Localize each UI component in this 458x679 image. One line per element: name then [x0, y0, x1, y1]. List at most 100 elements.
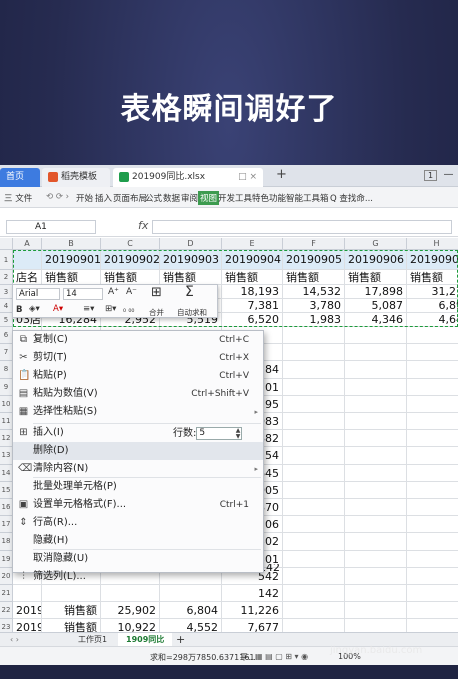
table-cell[interactable]	[283, 378, 345, 396]
table-cell[interactable]	[345, 327, 407, 345]
table-cell[interactable]	[407, 499, 458, 517]
font-grow-icon[interactable]: A⁺	[108, 287, 119, 297]
table-cell[interactable]	[160, 585, 222, 603]
border-icon[interactable]: ⊞▾	[105, 304, 116, 314]
menu-item-7[interactable]: ⌫ 清除内容(N) ▸	[13, 460, 263, 478]
menu-smart-tools[interactable]: 智能工具箱	[286, 192, 329, 204]
row-header[interactable]: 21	[0, 585, 13, 603]
column-header[interactable]: C	[101, 238, 160, 250]
table-cell[interactable]	[283, 413, 345, 431]
table-cell[interactable]: 销售额	[101, 270, 160, 285]
column-header[interactable]: E	[222, 238, 283, 250]
table-cell[interactable]	[345, 464, 407, 482]
tab-templates[interactable]: 稻壳模板	[42, 168, 110, 187]
table-cell[interactable]	[345, 361, 407, 379]
table-cell[interactable]	[345, 413, 407, 431]
table-cell[interactable]: 20190906	[345, 250, 407, 270]
table-cell[interactable]: 20190901	[42, 250, 101, 270]
insert-rows-input[interactable]: 5 ▲ ▼	[196, 426, 243, 440]
menu-item-8[interactable]: 批量处理单元格(P)	[13, 478, 263, 496]
table-cell[interactable]: 20190902	[101, 250, 160, 270]
formula-input[interactable]	[152, 220, 452, 234]
view-mode-icons[interactable]: ▦ ▤ ▢ ⊞ ▾ ◉	[255, 652, 308, 661]
table-cell[interactable]	[345, 344, 407, 362]
menu-features[interactable]: 特色功能	[252, 192, 286, 204]
column-header[interactable]: H	[407, 238, 458, 250]
table-cell[interactable]: 6,804	[160, 602, 222, 620]
column-header[interactable]: A	[13, 238, 42, 250]
font-size-select[interactable]: 14	[63, 288, 103, 300]
minimize-icon[interactable]: —	[442, 170, 455, 181]
table-cell[interactable]: 销售额	[42, 270, 101, 285]
table-cell[interactable]	[283, 516, 345, 534]
menu-data[interactable]: 数据	[163, 192, 180, 204]
table-cell[interactable]: 6,89	[407, 299, 458, 313]
table-cell[interactable]: 25,902	[101, 602, 160, 620]
table-cell[interactable]	[345, 395, 407, 413]
table-cell[interactable]	[345, 602, 407, 620]
menu-item-10[interactable]: ⇕ 行高(R)...	[13, 514, 263, 532]
table-cell[interactable]	[345, 567, 407, 585]
bold-icon[interactable]: B	[16, 305, 22, 315]
menu-developer[interactable]: 开发工具	[218, 192, 252, 204]
table-cell[interactable]	[283, 464, 345, 482]
font-color-icon[interactable]: A▾	[53, 304, 63, 314]
table-cell[interactable]	[13, 250, 42, 270]
menu-item-11[interactable]: 隐藏(H)	[13, 532, 263, 550]
table-cell[interactable]	[407, 447, 458, 465]
table-cell[interactable]	[345, 481, 407, 499]
table-cell[interactable]: 17,898	[345, 285, 407, 299]
table-cell[interactable]: 20190903	[160, 250, 222, 270]
table-cell[interactable]: 4,346	[345, 313, 407, 327]
table-cell[interactable]: 销售额	[345, 270, 407, 285]
table-cell[interactable]	[345, 533, 407, 551]
table-cell[interactable]	[345, 585, 407, 603]
table-cell[interactable]	[407, 568, 458, 585]
menu-item-5[interactable]: ⊞ 插入(I) 行数: 5 ▲ ▼	[13, 424, 263, 442]
table-cell[interactable]: 1,983	[283, 313, 345, 327]
number-format-icons[interactable]: ₀ ₀₀	[123, 305, 134, 314]
menu-item-2[interactable]: 📋 粘贴(P) Ctrl+V	[13, 367, 263, 385]
fill-color-icon[interactable]: ◈▾	[29, 304, 40, 314]
table-cell[interactable]	[407, 585, 458, 603]
table-cell[interactable]	[345, 378, 407, 396]
new-tab-button[interactable]: +	[276, 167, 287, 182]
row-header[interactable]: 1	[0, 250, 13, 270]
menu-formula[interactable]: 公式	[145, 192, 162, 204]
menu-file[interactable]: 三 文件	[4, 192, 32, 204]
menu-start[interactable]: 开始	[76, 192, 93, 204]
table-cell[interactable]	[407, 379, 458, 396]
column-header[interactable]: B	[42, 238, 101, 250]
table-cell[interactable]	[13, 585, 42, 603]
add-sheet-button[interactable]: +	[168, 633, 193, 647]
table-cell[interactable]: 店名	[13, 270, 42, 285]
table-cell[interactable]	[345, 499, 407, 517]
menu-item-0[interactable]: ⧉ 复制(C) Ctrl+C	[13, 331, 263, 349]
sheet-tab-1[interactable]: 工作页1	[70, 633, 115, 647]
undo-redo-icons[interactable]: ⟲ ⟳ ›	[46, 192, 69, 202]
sheet-tab-2[interactable]: 1909同比	[118, 633, 173, 647]
menu-page-layout[interactable]: 页面布局	[113, 192, 147, 204]
select-all-corner[interactable]	[0, 238, 13, 250]
table-cell[interactable]	[283, 602, 345, 620]
table-cell[interactable]	[283, 533, 345, 551]
menu-insert[interactable]: 插入	[95, 192, 112, 204]
table-cell[interactable]	[407, 396, 458, 413]
table-cell[interactable]: 20190904	[222, 250, 283, 270]
table-cell[interactable]	[407, 361, 458, 379]
column-header[interactable]: G	[345, 238, 407, 250]
table-cell[interactable]: 3,780	[283, 299, 345, 313]
menu-item-3[interactable]: ▤ 粘贴为数值(V) Ctrl+Shift+V	[13, 385, 263, 403]
menu-review[interactable]: 审阅	[181, 192, 198, 204]
table-cell[interactable]: 销售额	[283, 270, 345, 285]
table-cell[interactable]	[407, 551, 458, 568]
table-cell[interactable]	[407, 327, 458, 345]
table-cell[interactable]: 5,087	[345, 299, 407, 313]
fx-icon[interactable]: fx	[138, 219, 148, 232]
table-cell[interactable]	[407, 516, 458, 534]
table-cell[interactable]: 20190905	[283, 250, 345, 270]
table-cell[interactable]	[283, 585, 345, 603]
table-cell[interactable]: 11,226	[222, 602, 283, 620]
font-name-select[interactable]: Arial	[16, 288, 60, 300]
table-cell[interactable]	[407, 413, 458, 431]
